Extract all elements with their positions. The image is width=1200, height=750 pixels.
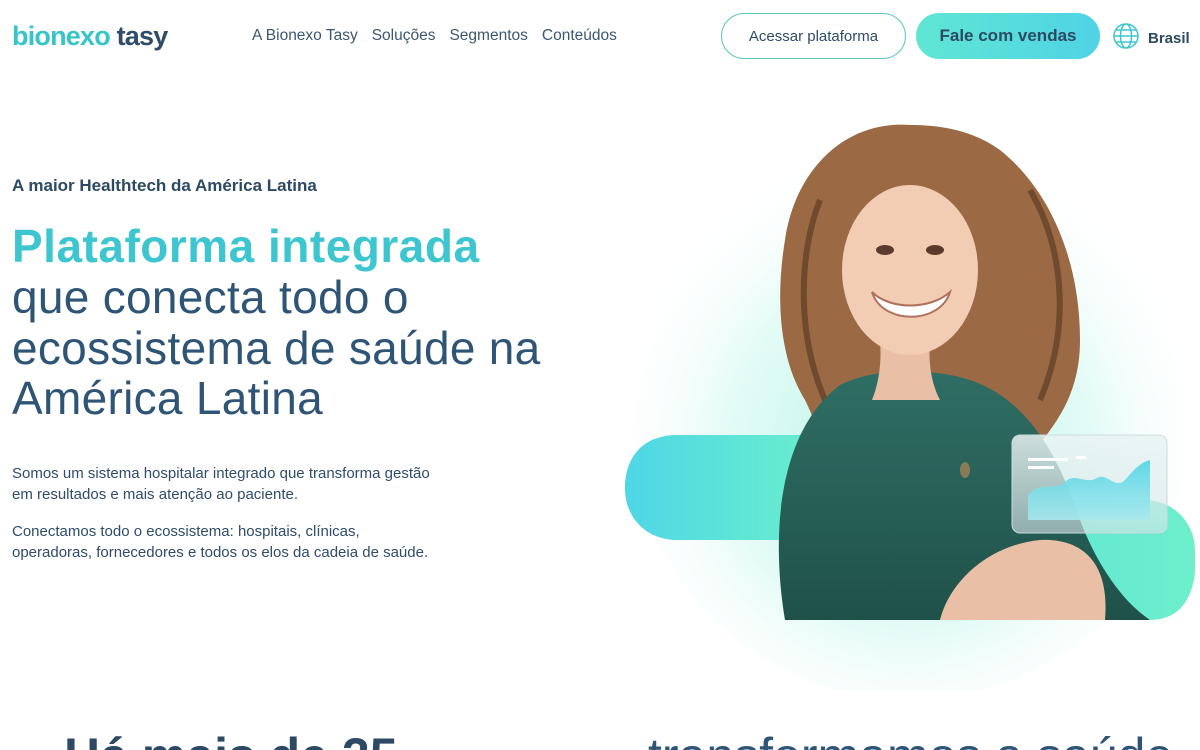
chart-card [1011, 434, 1168, 534]
globe-icon [1112, 22, 1140, 55]
logo-tasy: tasy [116, 21, 169, 51]
headline-line-3: ecossistema de saúde na [12, 321, 541, 374]
brand-logo[interactable]: bionexo tasy [12, 18, 169, 54]
hero-headline: Plataforma integrada que conecta todo o … [12, 220, 612, 424]
contact-sales-button[interactable]: Fale com vendas [916, 13, 1100, 59]
locale-label: Brasil [1148, 30, 1190, 47]
nav-item-conteudos[interactable]: Conteúdos [542, 24, 617, 48]
section-heading-right: transformamos a saúde [648, 726, 1173, 750]
nav-item-segmentos[interactable]: Segmentos [449, 24, 527, 48]
access-platform-button[interactable]: Acessar plataforma [721, 13, 906, 59]
nav-item-a-bionexo-tasy[interactable]: A Bionexo Tasy [252, 24, 358, 48]
site-header: bionexo tasy A Bionexo Tasy Soluções Seg… [0, 0, 1200, 72]
headline-accent: Plataforma integrada [12, 220, 480, 272]
main-nav: A Bionexo Tasy Soluções Segmentos Conteú… [252, 24, 617, 48]
nav-item-solucoes[interactable]: Soluções [372, 24, 436, 48]
section-heading-left: Há mais de 25 [64, 726, 398, 750]
locale-selector[interactable]: Brasil [1112, 22, 1190, 55]
headline-line-4: América Latina [12, 372, 324, 424]
headline-line-2: que conecta todo o [12, 271, 409, 323]
hero-paragraph-1: Somos um sistema hospitalar integrado qu… [12, 465, 430, 503]
hero-image [610, 100, 1200, 700]
hero-paragraph-2: Conectamos todo o ecossistema: hospitais… [12, 523, 429, 561]
person-face [842, 185, 978, 355]
next-section-heading: Há mais de 25 transformamos a saúde [0, 726, 1200, 750]
hero-eyebrow: A maior Healthtech da América Latina [12, 176, 317, 195]
logo-bionexo: bionexo [12, 21, 111, 51]
